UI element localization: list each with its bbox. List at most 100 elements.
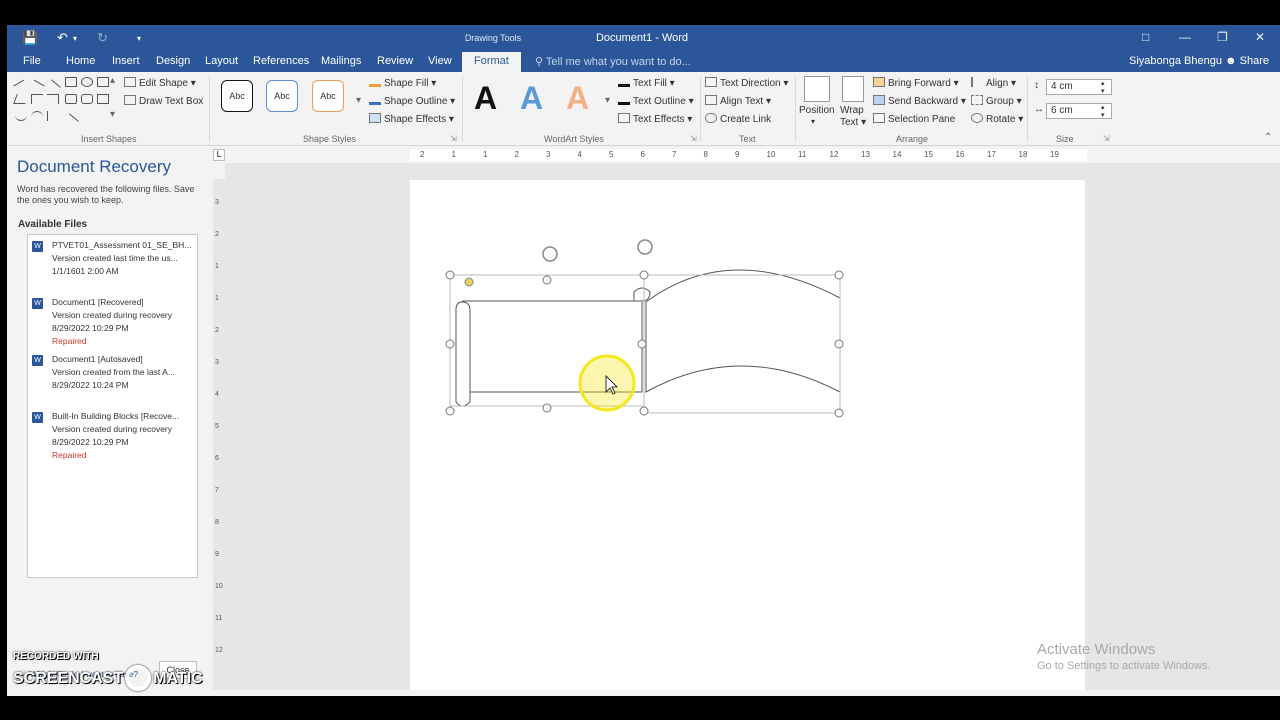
user-name[interactable]: Siyabonga Bhengu <box>1129 55 1222 67</box>
ribbon-display-options-icon[interactable]: □ <box>1142 30 1149 44</box>
collapse-ribbon-icon[interactable]: ⌃ <box>1264 132 1272 143</box>
tell-me-box[interactable]: ⚲ Tell me what you want to do... <box>535 55 691 68</box>
selection-pane-button[interactable]: Selection Pane <box>873 113 955 125</box>
send-backward-button[interactable]: Send Backward ▾ <box>873 95 966 107</box>
undo-icon[interactable]: ↶ <box>57 30 68 46</box>
shape-fill-button[interactable]: Shape Fill ▾ <box>369 77 436 89</box>
resize-handle[interactable] <box>445 270 455 280</box>
draw-text-box-button[interactable]: Draw Text Box <box>124 95 203 107</box>
position-button[interactable]: Position <box>799 105 835 116</box>
close-window-icon[interactable]: ✕ <box>1255 30 1265 44</box>
position-dropdown-icon[interactable]: ▾ <box>811 117 815 126</box>
shape-style-black[interactable]: Abc <box>221 80 253 112</box>
resize-handle[interactable] <box>542 403 552 413</box>
wordart-style-blue[interactable]: A <box>520 80 543 116</box>
textbox-shape-icon[interactable] <box>97 77 109 87</box>
rotate-handle-icon[interactable] <box>542 246 558 262</box>
recovered-files-list[interactable]: W PTVET01_Assessment 01_SE_BH... Version… <box>27 234 198 578</box>
shapes-canvas[interactable] <box>410 180 1085 696</box>
text-outline-button[interactable]: Text Outline ▾ <box>618 95 694 107</box>
share-button[interactable]: ☻ Share <box>1225 55 1269 67</box>
adjust-handle[interactable] <box>464 277 474 287</box>
tab-review[interactable]: Review <box>377 55 413 67</box>
resize-handle[interactable] <box>639 406 649 416</box>
maximize-icon[interactable]: ❐ <box>1217 30 1228 44</box>
undo-dropdown-icon[interactable]: ▾ <box>73 34 77 43</box>
customize-toolbar-icon[interactable]: ▾ <box>137 34 141 43</box>
shape-style-orange[interactable]: Abc <box>312 80 344 112</box>
shape-effects-button[interactable]: Shape Effects ▾ <box>369 113 454 125</box>
scroll-shape-curl[interactable] <box>461 301 471 392</box>
line-shape-icon[interactable] <box>63 113 79 129</box>
resize-handle[interactable] <box>637 339 647 349</box>
redo-icon[interactable]: ↻ <box>97 30 108 46</box>
list-item[interactable]: W PTVET01_Assessment 01_SE_BH... Version… <box>32 239 192 291</box>
wordart-more-icon[interactable]: ▾ <box>605 95 610 106</box>
list-item[interactable]: W Document1 [Recovered] Version created … <box>32 296 192 348</box>
save-icon[interactable]: 💾 <box>22 30 38 46</box>
arrow-down-shape-icon[interactable] <box>81 94 93 104</box>
arc-shape-icon[interactable] <box>31 111 43 121</box>
list-item[interactable]: W Document1 [Autosaved] Version created … <box>32 353 192 395</box>
line-shape-icon[interactable] <box>13 79 29 95</box>
tab-home[interactable]: Home <box>66 55 95 67</box>
bring-forward-button[interactable]: Bring Forward ▾ <box>873 77 959 89</box>
shape-outline-button[interactable]: Shape Outline ▾ <box>369 95 455 107</box>
wordart-style-black[interactable]: A <box>474 80 497 116</box>
group-button[interactable]: Group ▾ <box>971 95 1022 107</box>
wordart-launcher-icon[interactable]: ⇲ <box>690 134 697 143</box>
rectangle-shape-icon[interactable] <box>65 77 77 87</box>
resize-handle[interactable] <box>445 339 455 349</box>
text-fill-button[interactable]: Text Fill ▾ <box>618 77 675 89</box>
oval-shape-icon[interactable] <box>81 77 93 87</box>
vertical-ruler[interactable]: 3 2 1 1 2 3 4 5 6 7 8 9 10 11 12 <box>213 179 225 696</box>
shape-styles-launcher-icon[interactable]: ⇲ <box>450 134 457 143</box>
document-area[interactable] <box>225 163 1280 696</box>
pentagon-shape-icon[interactable] <box>97 94 109 104</box>
minimize-icon[interactable]: — <box>1179 30 1191 44</box>
arrow-shape-icon[interactable] <box>45 79 61 95</box>
width-spinner-icon[interactable]: ▴ ▾ <box>1101 103 1105 119</box>
arrow-right-shape-icon[interactable] <box>65 94 77 104</box>
tab-references[interactable]: References <box>253 55 309 67</box>
connector-shape-icon[interactable] <box>31 94 43 104</box>
resize-handle[interactable] <box>445 406 455 416</box>
rotate-handle-icon[interactable] <box>637 239 653 255</box>
text-direction-button[interactable]: Text Direction ▾ <box>705 77 788 89</box>
tab-view[interactable]: View <box>428 55 452 67</box>
align-button[interactable]: Align ▾ <box>971 77 1016 89</box>
wrap-text-icon[interactable] <box>842 76 864 102</box>
wordart-style-orange[interactable]: A <box>566 80 589 116</box>
position-icon[interactable] <box>804 76 830 102</box>
tab-layout[interactable]: Layout <box>205 55 238 67</box>
wave-shape[interactable] <box>645 269 841 393</box>
elbow-shape-icon[interactable] <box>47 94 59 104</box>
shape-styles-more-icon[interactable]: ▾ <box>356 95 361 106</box>
list-item[interactable]: W Built-In Building Blocks [Recove... Ve… <box>32 410 192 462</box>
resize-handle[interactable] <box>639 270 649 280</box>
curve-shape-icon[interactable] <box>15 111 27 121</box>
horizontal-ruler[interactable]: 2 1 1 2 3 4 5 6 7 8 9 10 11 12 13 14 15 16 17 18 19 <box>410 149 1087 161</box>
scroll-shape-top[interactable] <box>462 287 651 302</box>
resize-handle[interactable] <box>834 270 844 280</box>
tab-format[interactable]: Format <box>462 52 521 72</box>
wrap-text-button-line2[interactable]: Text ▾ <box>840 117 866 128</box>
resize-handle[interactable] <box>834 408 844 418</box>
resize-handle[interactable] <box>834 339 844 349</box>
wrap-text-button[interactable]: Wrap <box>840 105 864 116</box>
tab-selector[interactable]: L <box>213 149 225 161</box>
height-spinner-icon[interactable]: ▴ ▾ <box>1101 79 1105 95</box>
triangle-shape-icon[interactable] <box>13 94 29 104</box>
align-text-button[interactable]: Align Text ▾ <box>705 95 771 107</box>
shapes-gallery[interactable] <box>13 77 115 129</box>
tab-insert[interactable]: Insert <box>112 55 140 67</box>
edit-shape-button[interactable]: Edit Shape ▾ <box>124 77 196 89</box>
tab-file[interactable]: File <box>23 55 41 67</box>
size-launcher-icon[interactable]: ⇲ <box>1103 134 1110 143</box>
line-shape-icon[interactable] <box>29 79 45 95</box>
document-page[interactable] <box>410 180 1085 696</box>
rotate-button[interactable]: Rotate ▾ <box>971 113 1023 125</box>
resize-handle[interactable] <box>542 275 552 285</box>
text-effects-button[interactable]: Text Effects ▾ <box>618 113 692 125</box>
bracket-shape-icon[interactable] <box>47 111 59 121</box>
